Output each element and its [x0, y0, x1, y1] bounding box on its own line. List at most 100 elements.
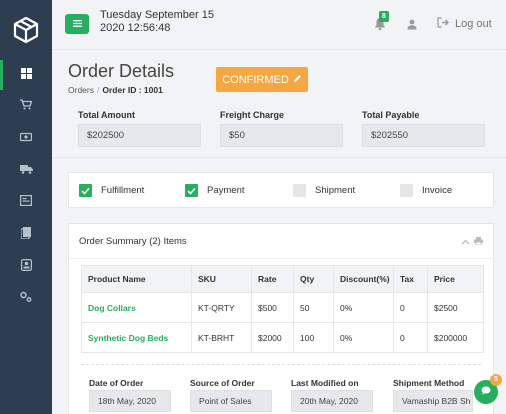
sidebar: [0, 0, 52, 414]
total-payable-field: $202550: [362, 124, 485, 147]
last-modified-field: 20th May, 2020: [291, 390, 373, 412]
document-icon: [20, 226, 31, 242]
table-row: Dog Collars KT-QRTY $500 50 0% 0 $2500: [81, 292, 484, 323]
sidebar-item-payments[interactable]: [0, 122, 52, 154]
column-header: SKU: [191, 265, 252, 293]
column-header: Discount(%): [333, 265, 394, 293]
table-cell: $500: [251, 292, 294, 323]
summary-tools: [461, 237, 483, 247]
shipment-method-field: Vamaship B2B Sh: [393, 390, 473, 412]
summary-divider: [69, 258, 493, 259]
checklist-invoice[interactable]: Invoice: [400, 184, 452, 197]
checkbox-unchecked-icon[interactable]: [293, 184, 306, 197]
sidebar-item-documents[interactable]: [0, 218, 52, 250]
user-icon: [407, 19, 417, 33]
last-modified-label: Last Modified on: [291, 378, 359, 388]
source-of-order-label: Source of Order: [190, 378, 255, 388]
current-datetime: Tuesday September 15 2020 12:56:48: [100, 9, 214, 35]
collapse-chevron-icon[interactable]: [461, 237, 470, 247]
user-card-icon: [20, 258, 32, 274]
table-row: Synthetic Dog Beds KT-BRHT $2000 100 0% …: [81, 322, 484, 353]
checkbox-unchecked-icon[interactable]: [400, 184, 413, 197]
cube-logo-icon[interactable]: [0, 0, 52, 60]
date-of-order-field: 18th May, 2020: [89, 390, 171, 412]
logout-label: Log out: [455, 18, 492, 30]
checklist-payment[interactable]: Payment: [185, 184, 245, 197]
column-header: Price: [427, 265, 484, 293]
column-header: Rate: [251, 265, 294, 293]
checklist-shipment[interactable]: Shipment: [293, 184, 355, 197]
menu-toggle-button[interactable]: [65, 14, 89, 34]
section-divider: [52, 157, 506, 158]
status-checklist: Fulfillment Payment Shipment Invoice: [68, 172, 494, 208]
total-payable-label: Total Payable: [362, 110, 420, 120]
notification-badge: 8: [379, 11, 389, 22]
freight-charge-label: Freight Charge: [220, 110, 285, 120]
total-amount-label: Total Amount: [78, 110, 135, 120]
settings-icon: [20, 291, 32, 305]
table-cell: 0: [393, 322, 428, 353]
chat-badge: 5: [490, 374, 502, 386]
checklist-label: Payment: [207, 185, 245, 196]
invoice-icon: [20, 195, 33, 209]
table-header-row: Product Name SKU Rate Qty Discount(%) Ta…: [81, 265, 484, 293]
print-icon[interactable]: [474, 237, 483, 247]
date-of-order-label: Date of Order: [89, 378, 144, 388]
breadcrumb-current: Order ID : 1001: [102, 85, 163, 95]
logout-button[interactable]: Log out: [437, 17, 492, 31]
dashboard-icon: [20, 68, 32, 82]
current-time: 2020 12:56:48: [100, 22, 171, 34]
table-cell: KT-QRTY: [191, 292, 252, 323]
logout-icon: [437, 17, 449, 31]
checkbox-checked-icon[interactable]: [79, 184, 92, 197]
table-cell: $2000: [251, 322, 294, 353]
checklist-label: Fulfillment: [101, 185, 145, 196]
order-status-button[interactable]: CONFIRMED: [216, 67, 308, 92]
top-header: Tuesday September 15 2020 12:56:48 8 Log…: [52, 0, 506, 50]
breadcrumb-separator: /: [96, 85, 100, 95]
meta-divider: [81, 364, 481, 365]
current-date: Tuesday September 15: [100, 9, 214, 21]
chat-bubble-icon: [481, 386, 491, 398]
checkbox-checked-icon[interactable]: [185, 184, 198, 197]
cash-icon: [19, 132, 33, 145]
cart-icon: [20, 99, 33, 113]
status-label: CONFIRMED: [222, 73, 289, 86]
table-cell: $200000: [427, 322, 484, 353]
user-menu-button[interactable]: [407, 19, 417, 33]
breadcrumb-orders-link[interactable]: Orders: [68, 85, 94, 95]
sidebar-item-orders[interactable]: [0, 90, 52, 122]
table-cell: 0%: [333, 322, 394, 353]
table-cell: 100: [293, 322, 334, 353]
checklist-fulfillment[interactable]: Fulfillment: [79, 184, 144, 197]
breadcrumb: Orders / Order ID : 1001: [68, 85, 163, 95]
column-header: Product Name: [81, 265, 192, 293]
column-header: Tax: [393, 265, 428, 293]
sidebar-item-customers[interactable]: [0, 250, 52, 282]
sidebar-item-settings[interactable]: [0, 282, 52, 314]
order-items-table: Product Name SKU Rate Qty Discount(%) Ta…: [81, 265, 484, 353]
page-title: Order Details: [68, 61, 175, 81]
sidebar-item-invoices[interactable]: [0, 186, 52, 218]
sidebar-item-dashboard[interactable]: [0, 60, 52, 90]
product-name-link[interactable]: Dog Collars: [81, 292, 192, 323]
source-of-order-field: Point of Sales: [190, 390, 272, 412]
table-cell: 50: [293, 292, 334, 323]
column-header: Qty: [293, 265, 334, 293]
pencil-icon: [293, 74, 302, 86]
order-summary-title: Order Summary (2) Items: [79, 236, 187, 247]
product-name-link[interactable]: Synthetic Dog Beds: [81, 322, 192, 353]
table-cell: 0%: [333, 292, 394, 323]
bell-icon: [374, 18, 386, 34]
chat-widget-button[interactable]: 5: [474, 374, 502, 404]
checklist-label: Invoice: [422, 185, 453, 196]
total-amount-field: $202500: [78, 124, 201, 147]
sidebar-item-shipping[interactable]: [0, 154, 52, 186]
order-summary-card: Order Summary (2) Items Product Name SKU…: [68, 223, 494, 414]
notifications-button[interactable]: 8: [374, 11, 389, 34]
table-cell: 0: [393, 292, 428, 323]
freight-charge-field: $50: [220, 124, 343, 147]
hamburger-icon: [72, 19, 82, 30]
shipment-method-label: Shipment Method: [393, 378, 465, 388]
table-cell: $2500: [427, 292, 484, 323]
